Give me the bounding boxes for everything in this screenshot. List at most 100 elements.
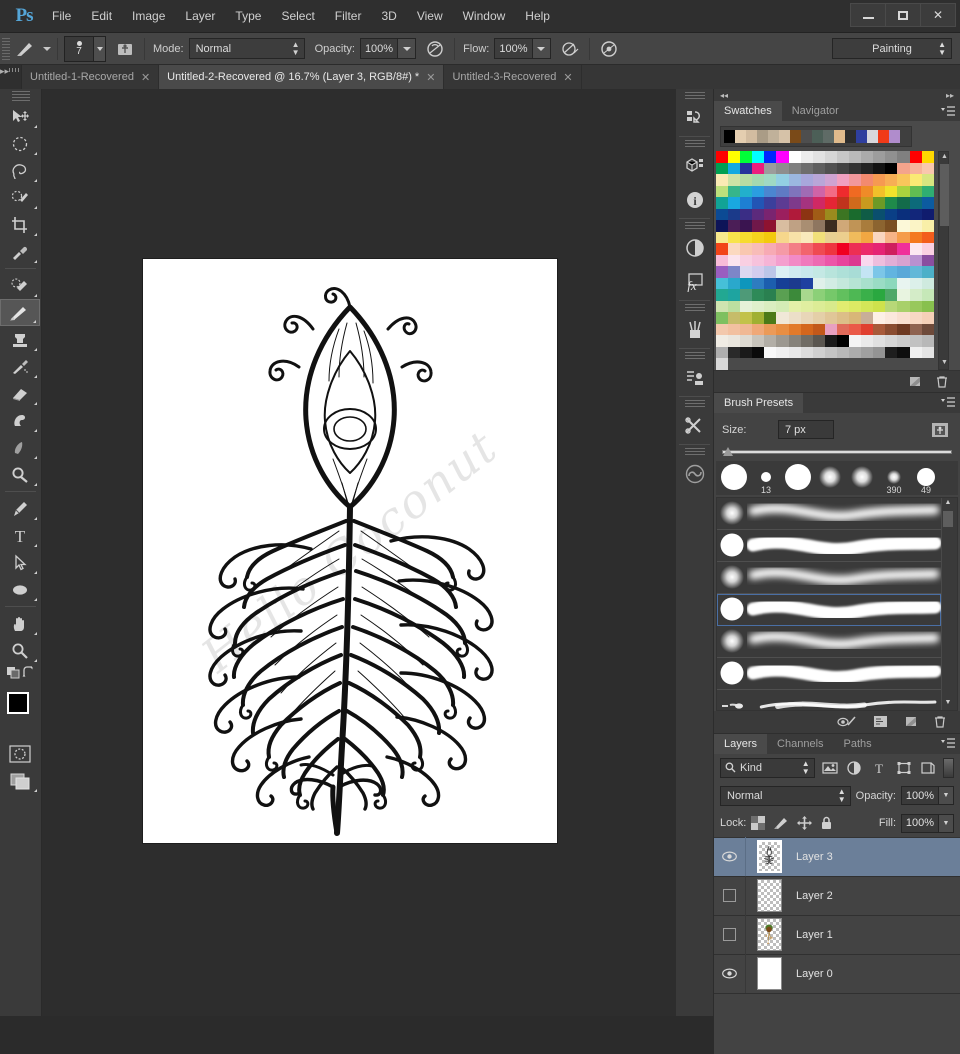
color-swatch[interactable] bbox=[752, 231, 765, 243]
styles-fx-icon[interactable]: fx bbox=[676, 265, 713, 299]
color-swatch[interactable] bbox=[885, 346, 898, 358]
layer-row[interactable]: Layer 3 bbox=[714, 837, 960, 877]
color-swatch[interactable] bbox=[897, 243, 910, 255]
brush-preset-picker-caret[interactable] bbox=[43, 46, 51, 51]
color-swatch[interactable] bbox=[861, 289, 874, 301]
lock-image-pixels-icon[interactable] bbox=[773, 816, 789, 830]
opacity-value[interactable]: 100% bbox=[359, 38, 399, 59]
color-swatch[interactable] bbox=[752, 346, 765, 358]
tab-navigator[interactable]: Navigator bbox=[781, 101, 849, 121]
menu-help[interactable]: Help bbox=[515, 5, 560, 27]
color-swatch[interactable] bbox=[800, 231, 813, 243]
color-swatch[interactable] bbox=[921, 346, 934, 358]
color-swatch[interactable] bbox=[861, 254, 874, 266]
gradient-tool[interactable] bbox=[0, 407, 40, 434]
color-swatch[interactable] bbox=[716, 174, 729, 186]
color-swatch[interactable] bbox=[728, 312, 741, 324]
color-swatch[interactable] bbox=[728, 346, 741, 358]
minimize-button[interactable] bbox=[850, 3, 886, 27]
color-swatch[interactable] bbox=[764, 243, 777, 255]
color-swatch[interactable] bbox=[849, 277, 862, 289]
color-swatch[interactable] bbox=[861, 197, 874, 209]
color-swatch[interactable] bbox=[740, 300, 753, 312]
color-swatch[interactable] bbox=[728, 266, 741, 278]
color-swatch[interactable] bbox=[740, 197, 753, 209]
color-swatch[interactable] bbox=[873, 185, 886, 197]
color-swatch[interactable] bbox=[836, 197, 850, 209]
color-swatch[interactable] bbox=[885, 220, 898, 232]
brush-preset-row[interactable] bbox=[717, 593, 941, 626]
color-swatch[interactable] bbox=[788, 220, 801, 232]
color-swatch[interactable] bbox=[873, 208, 886, 220]
color-swatch[interactable] bbox=[764, 197, 777, 209]
color-swatch[interactable] bbox=[836, 174, 850, 186]
color-swatch[interactable] bbox=[764, 346, 777, 358]
color-swatch[interactable] bbox=[776, 335, 789, 347]
color-swatch[interactable] bbox=[921, 162, 934, 174]
color-swatch[interactable] bbox=[836, 323, 850, 335]
swatches-scrollbar[interactable]: ▲ ▼ bbox=[938, 151, 949, 370]
color-swatch[interactable] bbox=[921, 243, 934, 255]
brush-preset-row[interactable] bbox=[717, 626, 941, 658]
color-swatch[interactable] bbox=[849, 266, 862, 278]
brush-list-scrollbar[interactable]: ▲ ▼ bbox=[941, 497, 953, 710]
color-swatch[interactable] bbox=[849, 335, 862, 347]
close-button[interactable]: ✕ bbox=[920, 3, 956, 27]
tools-panel-grip[interactable] bbox=[11, 91, 30, 101]
color-swatch[interactable] bbox=[921, 335, 934, 347]
layer-thumbnail[interactable] bbox=[756, 918, 782, 951]
panel-menu-icon[interactable] bbox=[940, 737, 956, 751]
color-swatch[interactable] bbox=[740, 220, 753, 232]
color-swatch[interactable] bbox=[764, 289, 777, 301]
color-swatch[interactable] bbox=[885, 266, 898, 278]
recent-color-swatch[interactable] bbox=[735, 130, 746, 143]
smartobject-filter-icon[interactable] bbox=[918, 758, 938, 778]
color-swatch[interactable] bbox=[909, 289, 922, 301]
color-swatch[interactable] bbox=[776, 300, 789, 312]
color-swatch[interactable] bbox=[752, 185, 765, 197]
color-swatch[interactable] bbox=[873, 151, 886, 163]
recent-color-swatch[interactable] bbox=[856, 130, 867, 143]
color-swatch[interactable] bbox=[716, 335, 729, 347]
color-swatch[interactable] bbox=[849, 220, 862, 232]
color-swatch[interactable] bbox=[716, 289, 729, 301]
menu-image[interactable]: Image bbox=[122, 5, 175, 27]
scrollbar-thumb[interactable] bbox=[940, 164, 949, 226]
color-swatch[interactable] bbox=[740, 277, 753, 289]
color-swatch[interactable] bbox=[812, 300, 825, 312]
airbrush-icon[interactable] bbox=[557, 37, 583, 61]
color-swatch[interactable] bbox=[824, 197, 837, 209]
color-swatch[interactable] bbox=[824, 231, 837, 243]
color-swatch[interactable] bbox=[752, 300, 765, 312]
color-swatch[interactable] bbox=[740, 208, 753, 220]
color-swatch[interactable] bbox=[861, 185, 874, 197]
color-swatch[interactable] bbox=[909, 254, 922, 266]
color-swatch[interactable] bbox=[752, 312, 765, 324]
delete-swatch-icon[interactable] bbox=[936, 375, 948, 388]
tab-brush-presets[interactable]: Brush Presets bbox=[714, 392, 804, 413]
color-swatch[interactable] bbox=[824, 266, 837, 278]
color-swatch[interactable] bbox=[776, 151, 789, 163]
color-swatch[interactable] bbox=[849, 312, 862, 324]
color-swatch[interactable] bbox=[740, 346, 753, 358]
color-swatch[interactable] bbox=[800, 162, 813, 174]
color-swatch[interactable] bbox=[885, 162, 898, 174]
scroll-up-icon[interactable]: ▲ bbox=[940, 153, 949, 162]
color-swatch[interactable] bbox=[921, 312, 934, 324]
color-swatch[interactable] bbox=[885, 289, 898, 301]
color-swatch[interactable] bbox=[873, 300, 886, 312]
color-swatch[interactable] bbox=[812, 346, 825, 358]
color-swatch[interactable] bbox=[800, 174, 813, 186]
brush-preset-row[interactable] bbox=[717, 658, 941, 690]
color-swatch[interactable] bbox=[788, 300, 801, 312]
color-swatch[interactable] bbox=[788, 174, 801, 186]
color-swatch[interactable] bbox=[716, 254, 729, 266]
options-bar-grip[interactable] bbox=[2, 37, 10, 60]
slider-knob[interactable] bbox=[723, 446, 733, 456]
color-swatch[interactable] bbox=[861, 174, 874, 186]
color-swatch[interactable] bbox=[764, 312, 777, 324]
recent-color-swatch[interactable] bbox=[889, 130, 900, 143]
color-swatch[interactable] bbox=[764, 266, 777, 278]
type-filter-icon[interactable]: T bbox=[869, 758, 889, 778]
tab-layers[interactable]: Layers bbox=[714, 733, 768, 754]
